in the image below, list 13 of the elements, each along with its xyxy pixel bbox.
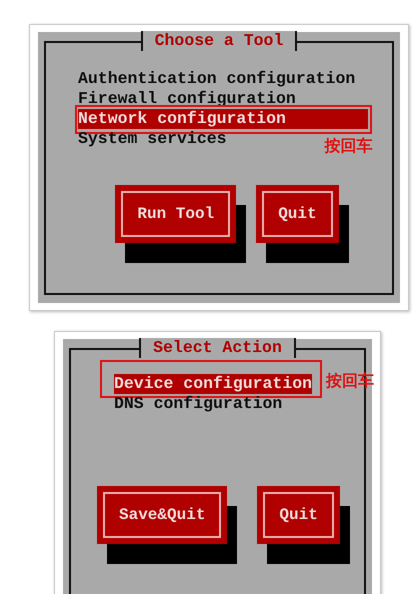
- dialog-button[interactable]: Save&Quit: [97, 486, 228, 544]
- menu-item[interactable]: Device configuration: [114, 374, 312, 394]
- menu-item[interactable]: Network configuration: [78, 109, 368, 129]
- menu-item[interactable]: DNS configuration: [114, 394, 282, 414]
- dialog-button[interactable]: Run Tool: [115, 185, 236, 243]
- menu-item[interactable]: Authentication configuration: [78, 69, 368, 89]
- annotation-text: 按回车: [324, 136, 372, 157]
- dialog-button[interactable]: Quit: [257, 486, 340, 544]
- menu-item[interactable]: Firewall configuration: [78, 89, 309, 109]
- dialog-title: Select Action: [139, 338, 296, 358]
- menu-item[interactable]: System services: [78, 129, 240, 149]
- dialog-title: Choose a Tool: [140, 31, 298, 51]
- dialog-button[interactable]: Quit: [256, 185, 339, 243]
